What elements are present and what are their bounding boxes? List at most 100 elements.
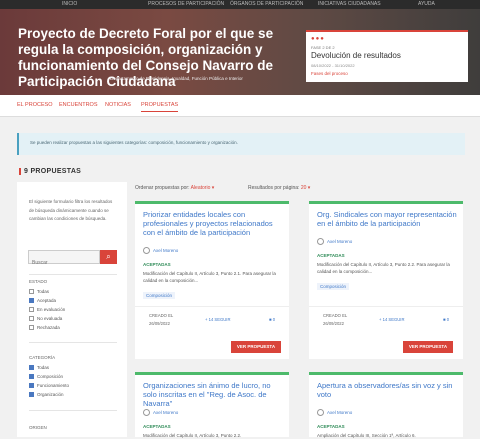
search-input[interactable] <box>29 257 99 269</box>
follow-button[interactable]: + 14 SEGUIR <box>379 317 405 322</box>
sort-control: Ordenar propuestas por: Aleatorio ▾ <box>135 185 214 191</box>
proposal-card: Organizaciones sin ánimo de lucro, no so… <box>135 372 289 438</box>
created-label: CREADO EL <box>149 313 174 318</box>
comment-icon: ■ <box>443 317 446 322</box>
status-badge: ACEPTADAS <box>143 262 171 267</box>
filter-categoria-todas[interactable]: Todas <box>29 365 49 370</box>
filter-origen-label: ORIGEN <box>29 425 47 430</box>
callout-text: Se pueden realizar propuestas a las sigu… <box>30 140 238 145</box>
proposal-title[interactable]: Priorizar entidades locales con profesio… <box>143 210 283 237</box>
proposal-card: Org. Sindicales con mayor representación… <box>309 201 463 359</box>
search-button[interactable]: ⌕ <box>100 250 117 264</box>
divider <box>29 274 117 275</box>
avatar-icon <box>143 247 150 254</box>
filter-categoria-funcionamiento[interactable]: Funcionamiento <box>29 383 69 388</box>
status-badge: ACEPTADAS <box>317 424 345 429</box>
phase-step: FASE 2 DE 2 <box>311 45 335 50</box>
checkbox-icon <box>29 316 34 321</box>
checkbox-checked-icon <box>29 365 34 370</box>
avatar-icon <box>143 409 150 416</box>
filter-estado-todas[interactable]: Todas <box>29 289 49 294</box>
tab-el-proceso[interactable]: EL PROCESO <box>17 102 53 108</box>
proposal-summary: Modificación del Capítulo II, Artículo 3… <box>143 271 276 283</box>
filter-sidebar: El siguiente formulario filtra los resul… <box>17 182 127 437</box>
created-label: CREADO EL <box>323 313 348 318</box>
filter-categoria-organizacion[interactable]: Organización <box>29 392 64 397</box>
proposal-title[interactable]: Org. Sindicales con mayor representación… <box>317 210 457 228</box>
checkbox-checked-icon <box>29 383 34 388</box>
tab-noticias[interactable]: NOTICIAS <box>105 102 131 108</box>
department-label: Departamento de Presidencia, Igualdad, F… <box>110 76 243 81</box>
proposal-title[interactable]: Apertura a observadores/as sin voz y sin… <box>317 381 457 399</box>
nav-item-inicio[interactable]: INICIO <box>62 0 77 8</box>
filter-estado-en-evaluacion[interactable]: En evaluación <box>29 307 65 312</box>
search-field <box>28 250 100 269</box>
divider <box>29 410 117 411</box>
nav-item-procesos[interactable]: PROCESOS DE PARTICIPACIÓN <box>148 0 224 8</box>
comments-count: ■ 0 <box>269 317 276 322</box>
proposal-summary: Modificación del Capítulo II, Artículo 3… <box>317 262 450 274</box>
created-date: 26/09/2022 <box>149 321 170 326</box>
nav-item-organos[interactable]: ÓRGANOS DE PARTICIPACIÓN <box>230 0 303 8</box>
nav-item-iniciativas[interactable]: INICIATIVAS CIUDADANAS <box>318 0 381 8</box>
filter-estado-no-evaluada[interactable]: No evaluada <box>29 316 62 321</box>
view-proposal-button[interactable]: VER PROPUESTA <box>231 341 281 353</box>
category-tag[interactable]: Composición <box>317 283 350 290</box>
proposal-author[interactable]: Axel Moreno <box>143 247 178 254</box>
category-tag[interactable]: Composición <box>143 292 176 299</box>
sort-dropdown[interactable]: Aleatorio ▾ <box>191 185 215 191</box>
phase-name: Devolución de resultados <box>311 51 401 60</box>
checkbox-icon <box>29 307 34 312</box>
process-hero-banner: Proyecto de Decreto Foral por el que se … <box>0 9 480 95</box>
status-badge: ACEPTADAS <box>143 424 171 429</box>
per-page-dropdown[interactable]: 20 ▾ <box>301 185 310 191</box>
checkbox-checked-icon <box>29 392 34 397</box>
search-icon: ⌕ <box>106 252 111 261</box>
checkbox-icon <box>29 289 34 294</box>
phase-card: ●●● FASE 2 DE 2 Devolución de resultados… <box>306 30 468 82</box>
comment-icon: ■ <box>269 317 272 322</box>
tab-encuentros[interactable]: ENCUENTROS <box>59 102 98 108</box>
comments-count: ■ 0 <box>443 317 450 322</box>
proposal-meta: CREADO EL 26/09/2022 + 14 SEGUIR ■ 0 <box>309 306 463 331</box>
avatar-icon <box>317 409 324 416</box>
phase-link[interactable]: Fases del proceso <box>311 71 348 76</box>
phase-dates: 08/10/2022 - 31/10/2022 <box>311 63 355 68</box>
phase-progress-icon: ●●● <box>311 36 325 42</box>
proposals-count: 9 PROPUESTAS <box>19 168 81 175</box>
filter-estado-rechazada[interactable]: Rechazada <box>29 325 60 330</box>
proposal-author[interactable]: Axel Moreno <box>143 409 178 416</box>
filter-categoria-label: CATEGORÍA <box>29 355 56 360</box>
filter-estado-aceptada[interactable]: Aceptada <box>29 298 56 303</box>
filter-help-text: El siguiente formulario filtra los resul… <box>29 199 113 221</box>
proposal-meta: CREADO EL 26/09/2022 + 14 SEGUIR ■ 0 <box>135 306 289 331</box>
divider <box>29 342 117 343</box>
created-date: 26/09/2022 <box>323 321 344 326</box>
proposal-summary: Modificación del Capítulo II, Artículo 3… <box>143 433 242 438</box>
chevron-down-icon: ▾ <box>211 185 215 191</box>
proposal-card: Priorizar entidades locales con profesio… <box>135 201 289 359</box>
process-tabs: EL PROCESO ENCUENTROS NOTICIAS PROPUESTA… <box>0 95 480 117</box>
view-proposal-button[interactable]: VER PROPUESTA <box>403 341 453 353</box>
checkbox-icon <box>29 325 34 330</box>
categories-callout: Se pueden realizar propuestas a las sigu… <box>17 133 465 155</box>
filter-categoria-composicion[interactable]: Composición <box>29 374 63 379</box>
proposal-summary: Ampliación del Capítulo III, Sección 1ª,… <box>317 433 416 438</box>
chevron-down-icon: ▾ <box>307 185 311 191</box>
follow-button[interactable]: + 14 SEGUIR <box>205 317 231 322</box>
nav-item-ayuda[interactable]: AYUDA <box>418 0 435 8</box>
proposal-author[interactable]: Axel Moreno <box>317 238 352 245</box>
proposal-title[interactable]: Organizaciones sin ánimo de lucro, no so… <box>143 381 283 408</box>
avatar-icon <box>317 238 324 245</box>
status-badge: ACEPTADAS <box>317 253 345 258</box>
checkbox-checked-icon <box>29 374 34 379</box>
proposal-card: Apertura a observadores/as sin voz y sin… <box>309 372 463 438</box>
checkbox-checked-icon <box>29 298 34 303</box>
proposal-author[interactable]: Axel Moreno <box>317 409 352 416</box>
top-navigation: INICIO PROCESOS DE PARTICIPACIÓN ÓRGANOS… <box>0 0 480 9</box>
sort-label: Ordenar propuestas por: <box>135 185 190 191</box>
per-page-label: Resultados por página: <box>248 185 300 191</box>
per-page-control: Resultados por página: 20 ▾ <box>248 185 310 191</box>
tab-propuestas[interactable]: PROPUESTAS <box>141 102 179 112</box>
filter-estado-label: ESTADO <box>29 279 48 284</box>
